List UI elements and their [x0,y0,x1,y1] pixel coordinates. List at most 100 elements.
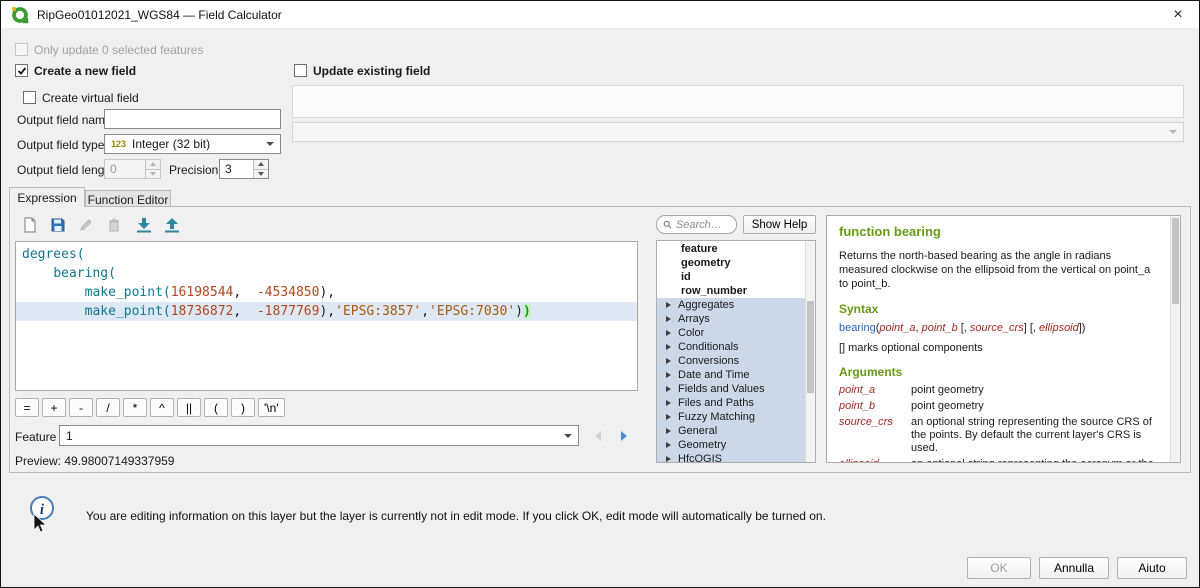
tree-group-date-and-time[interactable]: Date and Time [657,368,805,382]
scrollbar-thumb[interactable] [807,301,814,393]
expand-icon[interactable] [666,344,671,350]
function-help-panel: function bearing Returns the north-based… [826,215,1181,463]
expand-icon[interactable] [666,330,671,336]
operator-button[interactable]: + [42,398,66,417]
tree-group-general[interactable]: General [657,424,805,438]
code-token [22,304,85,319]
tree-scrollbar[interactable] [805,241,815,462]
help-button[interactable]: Aiuto [1117,557,1187,579]
tree-item-geometry[interactable]: geometry [657,256,805,270]
tree-group-aggregates[interactable]: Aggregates [657,298,805,312]
expand-icon[interactable] [666,456,671,462]
code-token: 'EPSG:7030' [429,304,515,319]
expand-icon[interactable] [666,372,671,378]
tree-group-color[interactable]: Color [657,326,805,340]
tab-function-editor[interactable]: Function Editor [85,190,171,207]
expand-icon[interactable] [666,386,671,392]
tree-item-row_number[interactable]: row_number [657,284,805,298]
expand-icon[interactable] [666,316,671,322]
operator-button[interactable]: / [96,398,120,417]
code-line[interactable]: make_point(16198544, -4534850), [16,283,637,302]
expand-icon[interactable] [666,302,671,308]
code-token: make_point [85,285,163,300]
operator-button[interactable]: - [69,398,93,417]
help-scrollbar[interactable] [1170,216,1180,462]
tree-group-label: Date and Time [678,369,750,381]
preview-row: Preview: 49.98007149337959 [15,454,174,468]
spin-buttons[interactable] [253,160,268,178]
expand-icon[interactable] [666,400,671,406]
tree-group-hfcqgis[interactable]: HfcQGIS [657,452,805,463]
spin-up-button[interactable] [254,160,268,169]
syntax-param: ellipsoid [1039,322,1079,334]
checkbox-box[interactable] [15,64,28,77]
ok-button[interactable]: OK [967,557,1031,579]
tree-item-feature[interactable]: feature [657,242,805,256]
operator-button[interactable]: = [15,398,39,417]
expand-icon[interactable] [666,414,671,420]
syntax-text: [, [958,322,970,334]
pencil-icon [78,217,94,233]
close-button[interactable]: × [1167,7,1189,23]
combo-value: Integer (32 bit) [132,137,210,151]
search-input[interactable] [676,219,730,231]
expand-icon[interactable] [666,428,671,434]
tree-group-fuzzy-matching[interactable]: Fuzzy Matching [657,410,805,424]
operator-button[interactable]: || [177,398,201,417]
edit-expression-button [73,213,99,237]
tree-group-conditionals[interactable]: Conditionals [657,340,805,354]
output-field-name-input[interactable] [104,109,281,129]
expand-icon[interactable] [666,442,671,448]
argument-name: source_crs [839,416,911,455]
checkbox-box[interactable] [23,91,36,104]
tree-group-conversions[interactable]: Conversions [657,354,805,368]
tree-group-geometry[interactable]: Geometry [657,438,805,452]
arguments-table: point_apoint geometrypoint_bpoint geomet… [839,384,1158,462]
operator-button[interactable]: ( [204,398,228,417]
argument-desc: an optional string representing the acro… [911,458,1158,462]
precision-spin[interactable]: 3 [219,159,269,179]
code-token: 'EPSG:3857' [335,304,421,319]
next-feature-button[interactable] [613,425,635,446]
tree-group-label: Arrays [678,313,710,325]
function-search[interactable] [656,215,737,234]
code-line[interactable]: make_point(18736872, -1877769),'EPSG:385… [16,302,637,321]
operator-button[interactable]: ) [231,398,255,417]
syntax-function-link[interactable]: bearing [839,322,876,334]
output-field-type-combo[interactable]: 123 Integer (32 bit) [104,134,281,154]
operator-button[interactable]: '\n' [258,398,285,417]
check-icon [17,66,27,76]
checkbox-box[interactable] [294,64,307,77]
new-expression-button[interactable] [17,213,43,237]
create-virtual-field-checkbox[interactable]: Create virtual field [23,90,139,105]
feature-combo[interactable]: 1 [59,425,579,446]
spin-down-button[interactable] [254,169,268,179]
expand-icon[interactable] [666,358,671,364]
update-existing-field-checkbox[interactable]: Update existing field [294,63,430,78]
tree-item-id[interactable]: id [657,270,805,284]
argument-desc: point geometry [911,400,1158,413]
code-token: ), [319,304,335,319]
export-expression-button[interactable] [159,213,185,237]
checkbox-label: Create a new field [34,64,136,78]
help-content: function bearing Returns the north-based… [827,216,1170,462]
operator-button[interactable]: ^ [150,398,174,417]
import-expression-button[interactable] [131,213,157,237]
tree-group-files-and-paths[interactable]: Files and Paths [657,396,805,410]
show-help-button[interactable]: Show Help [743,215,816,234]
expression-code[interactable]: degrees( bearing( make_point(16198544, -… [15,241,638,391]
new-file-icon [22,217,38,233]
code-line[interactable]: bearing( [16,264,637,283]
cancel-button[interactable]: Annulla [1039,557,1109,579]
argument-name: point_a [839,384,911,397]
tab-expression[interactable]: Expression [9,187,85,207]
tree-group-arrays[interactable]: Arrays [657,312,805,326]
save-expression-button[interactable] [45,213,71,237]
operator-bar: =+-/*^||()'\n' [15,398,285,417]
scrollbar-thumb[interactable] [1172,218,1179,304]
arrow-down-icon [258,172,264,176]
create-new-field-checkbox[interactable]: Create a new field [15,63,136,78]
tree-group-fields-and-values[interactable]: Fields and Values [657,382,805,396]
code-line[interactable]: degrees( [16,245,637,264]
operator-button[interactable]: * [123,398,147,417]
